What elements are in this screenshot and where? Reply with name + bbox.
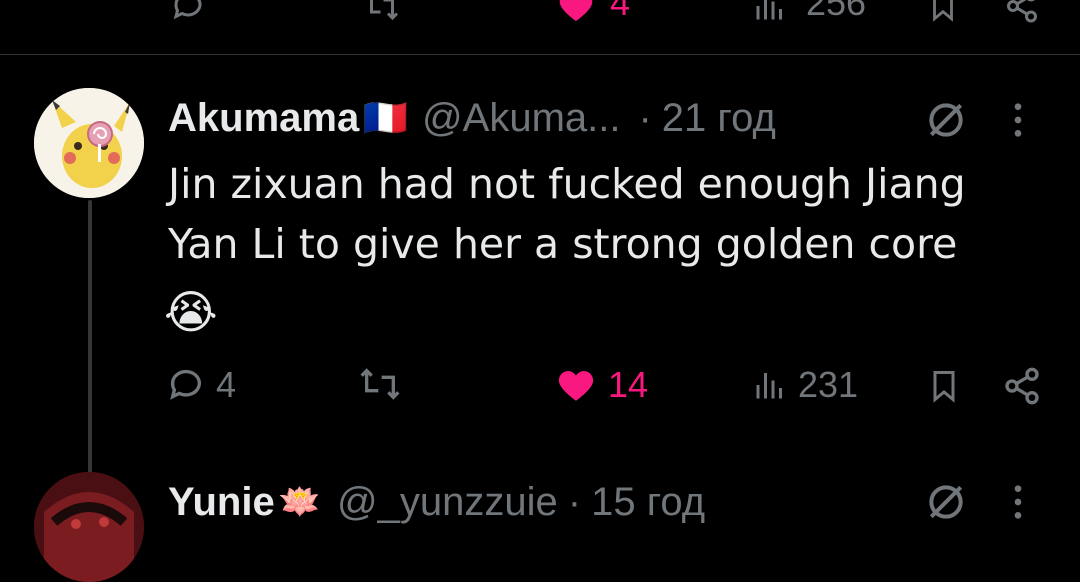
next-display-name[interactable]: Yunie [168, 480, 275, 525]
avatar[interactable] [34, 88, 144, 198]
next-tweet-time[interactable]: 15 год [591, 480, 705, 525]
views-icon [752, 365, 788, 405]
views-button[interactable]: 231 [752, 364, 858, 406]
retweet-icon [356, 364, 404, 404]
bookmark-icon[interactable] [926, 366, 962, 406]
pikachu-avatar-image [34, 88, 144, 198]
next-grok-icon[interactable] [924, 480, 968, 524]
previous-like-count: 4 [610, 0, 631, 23]
like-count: 14 [608, 364, 649, 405]
views-count: 231 [798, 364, 859, 405]
display-name[interactable]: Akumama [168, 96, 359, 141]
views-icon[interactable] [752, 0, 788, 24]
retweet-icon[interactable] [364, 0, 400, 24]
divider [0, 54, 1080, 55]
like-button[interactable]: 14 [554, 364, 648, 406]
more-icon[interactable] [1010, 100, 1026, 140]
grok-icon[interactable] [924, 98, 968, 142]
previous-views-count: 256 [806, 0, 867, 23]
tweet-time[interactable]: 21 год [662, 96, 776, 141]
share-icon[interactable] [1004, 0, 1040, 24]
next-tweet-header: Yunie 🪷 @_yunzzuie · 15 год [168, 476, 705, 528]
reply-count: 4 [216, 364, 237, 405]
separator-dot: · [638, 95, 652, 140]
tweet-header: Akumama 🇫🇷 @Akuma... · 21 год [168, 92, 776, 144]
user-handle[interactable]: @Akuma... [422, 96, 620, 141]
previous-tweet-action-bar: 4 256 [0, 0, 1080, 24]
heart-icon[interactable] [556, 0, 596, 26]
next-separator-dot: · [567, 479, 582, 524]
heart-icon [554, 364, 598, 406]
lotus-emoji: 🪷 [278, 482, 322, 522]
tweet-text: Jin zixuan had not fucked enough Jiang Y… [168, 160, 966, 268]
reply-icon[interactable] [170, 0, 206, 24]
share-icon[interactable] [1002, 366, 1042, 406]
next-avatar[interactable] [34, 472, 144, 582]
flag-emoji: 🇫🇷 [363, 98, 409, 139]
next-avatar-image [34, 472, 144, 582]
reply-icon [166, 365, 206, 405]
retweet-button[interactable] [356, 364, 404, 404]
bookmark-icon[interactable] [926, 0, 960, 24]
next-more-icon[interactable] [1010, 482, 1026, 522]
crying-emoji: 😭 [164, 285, 218, 339]
thread-connector-line [88, 200, 92, 476]
next-user-handle[interactable]: @_yunzzuie [337, 480, 558, 525]
reply-button[interactable]: 4 [166, 364, 236, 406]
